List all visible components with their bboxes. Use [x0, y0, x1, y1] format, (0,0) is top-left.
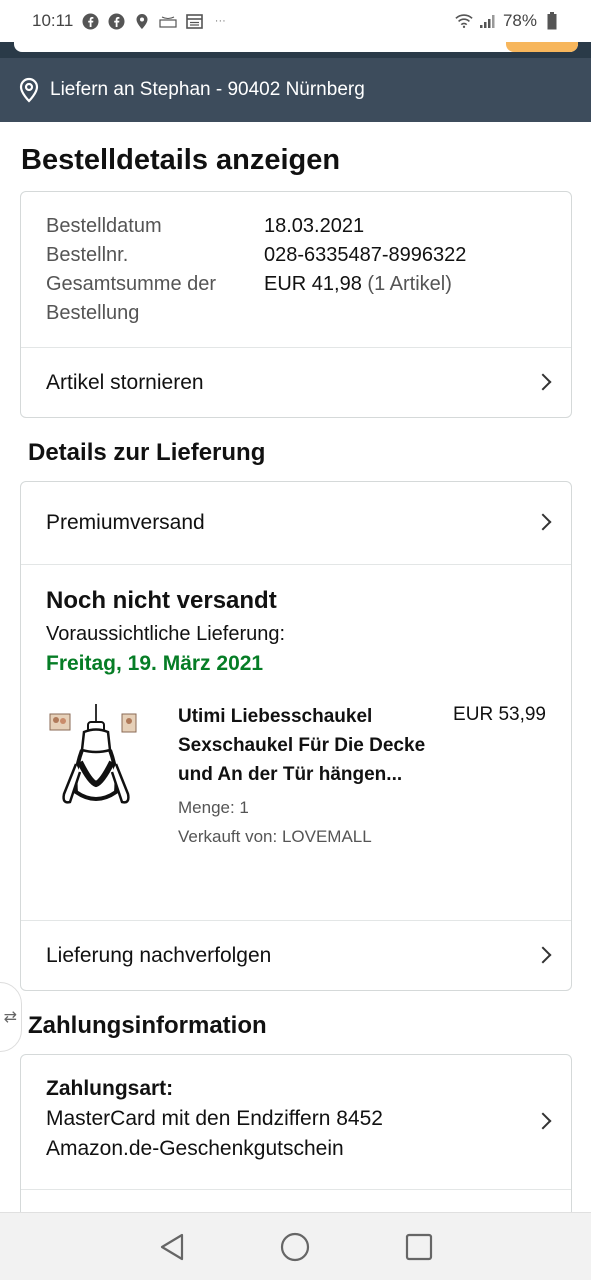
calendar-icon: [185, 12, 203, 30]
clock: 10:11: [32, 11, 74, 30]
facebook-icon: [107, 12, 125, 30]
shipping-type-row[interactable]: Premiumversand: [21, 482, 571, 564]
product-image[interactable]: [46, 702, 156, 812]
order-item-count: (1 Artikel): [367, 273, 452, 295]
amazon-icon: [159, 12, 177, 30]
side-panel-handle[interactable]: ⇄: [0, 982, 22, 1052]
facebook-icon: [81, 12, 99, 30]
track-delivery-button[interactable]: Lieferung nachverfolgen: [21, 920, 571, 990]
order-total-label: Gesamtsumme der Bestellung: [46, 273, 217, 324]
product-title[interactable]: Utimi Liebesschaukel Sexschaukel Für Die…: [178, 702, 428, 789]
payment-method-card: MasterCard mit den Endziffern 8452: [46, 1107, 383, 1130]
order-date-label: Bestelldatum: [46, 215, 162, 237]
back-button[interactable]: [155, 1230, 189, 1264]
search-button[interactable]: [506, 42, 578, 52]
order-number-row: Bestellnr. 028-6335487-8996322: [46, 241, 546, 270]
payment-card: Zahlungsart: MasterCard mit den Endziffe…: [20, 1054, 572, 1224]
order-total-value: EUR 41,98 (1 Artikel): [264, 270, 452, 328]
chevron-right-icon: [534, 513, 552, 531]
product-price: EUR 53,99: [453, 704, 546, 725]
location-icon: [133, 12, 151, 30]
product-item[interactable]: Utimi Liebesschaukel Sexschaukel Für Die…: [46, 702, 546, 851]
estimated-delivery-label: Voraussichtliche Lieferung:: [46, 623, 286, 645]
payment-section-title: Zahlungsinformation: [28, 1012, 267, 1039]
location-pin-icon: [18, 77, 40, 103]
payment-method-row[interactable]: Zahlungsart: MasterCard mit den Endziffe…: [21, 1055, 571, 1190]
wifi-icon: [455, 12, 473, 30]
order-number-value: 028-6335487-8996322: [264, 244, 467, 266]
shipment-details: Noch nicht versandt Voraussichtliche Lie…: [21, 564, 571, 920]
order-total-amount: EUR 41,98: [264, 273, 362, 295]
shipping-type-label: Premiumversand: [46, 511, 205, 534]
battery-level: 78%: [502, 11, 537, 30]
battery-icon: [543, 12, 561, 30]
cancel-items-button[interactable]: Artikel stornieren: [21, 347, 571, 417]
more-icon: ···: [214, 15, 226, 27]
search-input[interactable]: [14, 42, 578, 52]
order-info: Bestelldatum 18.03.2021 Bestellnr. 028-6…: [21, 192, 571, 347]
track-delivery-label: Lieferung nachverfolgen: [46, 943, 272, 967]
order-date-row: Bestelldatum 18.03.2021: [46, 212, 546, 241]
recents-button[interactable]: [402, 1230, 436, 1264]
recents-square-icon: [406, 1233, 433, 1260]
payment-method-heading: Zahlungsart:: [46, 1077, 174, 1100]
order-number-label: Bestellnr.: [46, 244, 129, 266]
back-triangle-icon: [160, 1233, 183, 1260]
deliver-to-text: Liefern an Stephan - 90402 Nürnberg: [50, 79, 365, 100]
product-seller: Verkauft von: LOVEMALL: [178, 827, 372, 846]
product-info: Utimi Liebesschaukel Sexschaukel Für Die…: [178, 702, 428, 851]
status-bar: 10:11 ··· 78%: [0, 0, 591, 42]
delivery-card: Premiumversand Noch nicht versandt Vorau…: [20, 481, 572, 991]
page-title: Bestelldetails anzeigen: [21, 144, 341, 176]
chevron-right-icon: [534, 946, 552, 963]
cancel-items-label: Artikel stornieren: [46, 370, 204, 394]
chevron-right-icon: [534, 373, 552, 390]
signal-icon: [479, 12, 497, 30]
order-summary-card: Bestelldatum 18.03.2021 Bestellnr. 028-6…: [20, 191, 572, 418]
product-quantity: Menge: 1: [178, 798, 249, 817]
order-total-row: Gesamtsumme der Bestellung EUR 41,98 (1 …: [46, 270, 546, 328]
shipment-status: Noch nicht versandt: [46, 587, 277, 614]
estimated-delivery-date: Freitag, 19. März 2021: [46, 652, 264, 675]
payment-method-giftcard: Amazon.de-Geschenkgutschein: [46, 1137, 344, 1160]
system-nav-bar: [0, 1212, 591, 1280]
home-circle-icon: [281, 1232, 310, 1261]
swap-arrows-icon: ⇄: [3, 1009, 17, 1026]
delivery-section-title: Details zur Lieferung: [28, 439, 266, 466]
order-date-value: 18.03.2021: [264, 215, 365, 237]
home-button[interactable]: [278, 1230, 312, 1264]
deliver-to-bar[interactable]: Liefern an Stephan - 90402 Nürnberg: [0, 58, 591, 122]
